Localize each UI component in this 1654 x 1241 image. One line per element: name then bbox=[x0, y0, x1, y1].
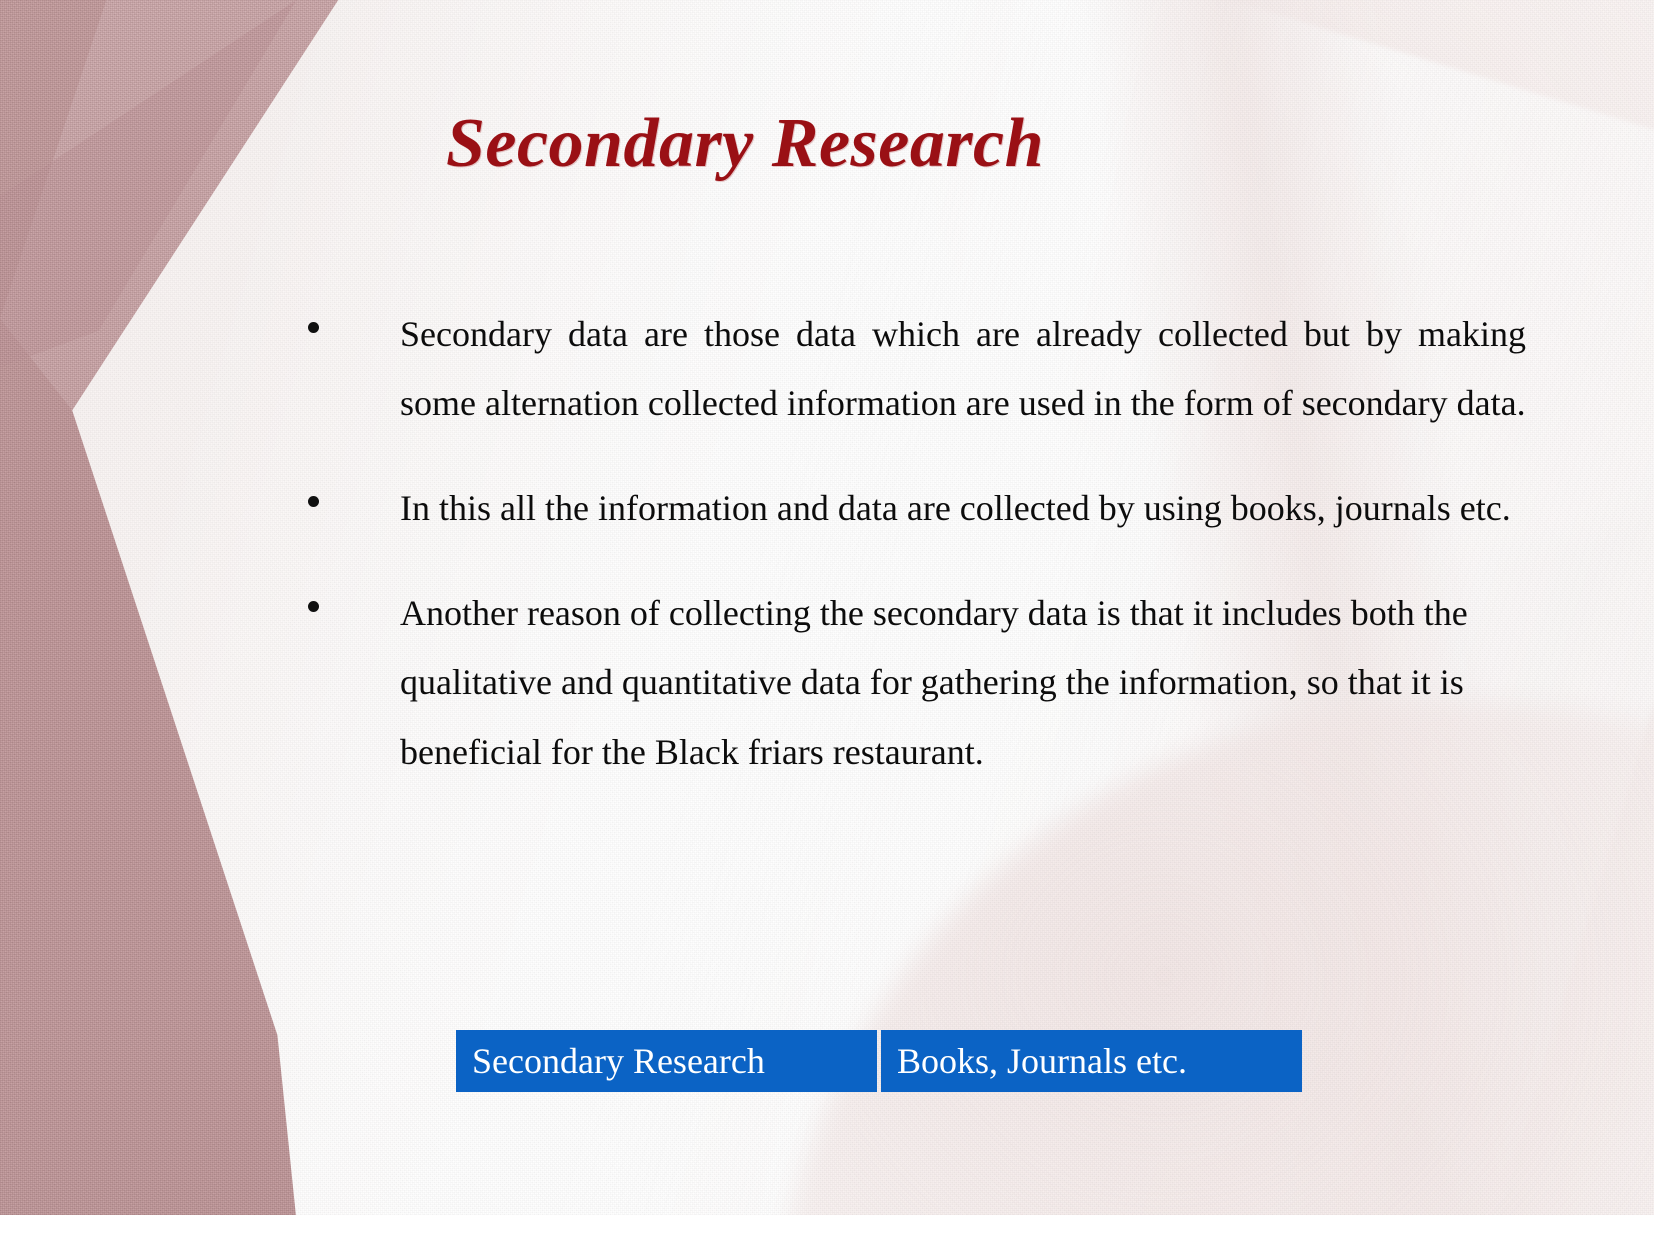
bullet-dot-icon bbox=[308, 496, 319, 508]
presentation-slide: Secondary Research Secondary data are th… bbox=[0, 0, 1654, 1241]
list-item-text: Secondary data are those data which are … bbox=[400, 314, 1526, 424]
list-item: Another reason of collecting the seconda… bbox=[296, 579, 1526, 786]
slide-content: Secondary Research Secondary data are th… bbox=[0, 0, 1654, 1241]
list-item: Secondary data are those data which are … bbox=[296, 300, 1526, 438]
bullet-dot-icon bbox=[308, 322, 319, 333]
bullet-list: Secondary data are those data which are … bbox=[296, 300, 1526, 823]
table-row: Books, Journals etc. bbox=[881, 1030, 1302, 1092]
research-mapping-table: Secondary Research Books, Journals etc. bbox=[456, 1030, 1302, 1092]
list-item: In this all the information and data are… bbox=[296, 474, 1526, 543]
table-row: Secondary Research bbox=[456, 1030, 877, 1092]
page-title: Secondary Research bbox=[445, 105, 1045, 182]
table-cell-sources: Books, Journals etc. bbox=[897, 1041, 1187, 1081]
list-item-text: In this all the information and data are… bbox=[400, 488, 1511, 529]
table-cell-method: Secondary Research bbox=[472, 1041, 765, 1081]
list-item-text: Another reason of collecting the seconda… bbox=[400, 593, 1468, 772]
bullet-dot-icon bbox=[308, 601, 319, 613]
